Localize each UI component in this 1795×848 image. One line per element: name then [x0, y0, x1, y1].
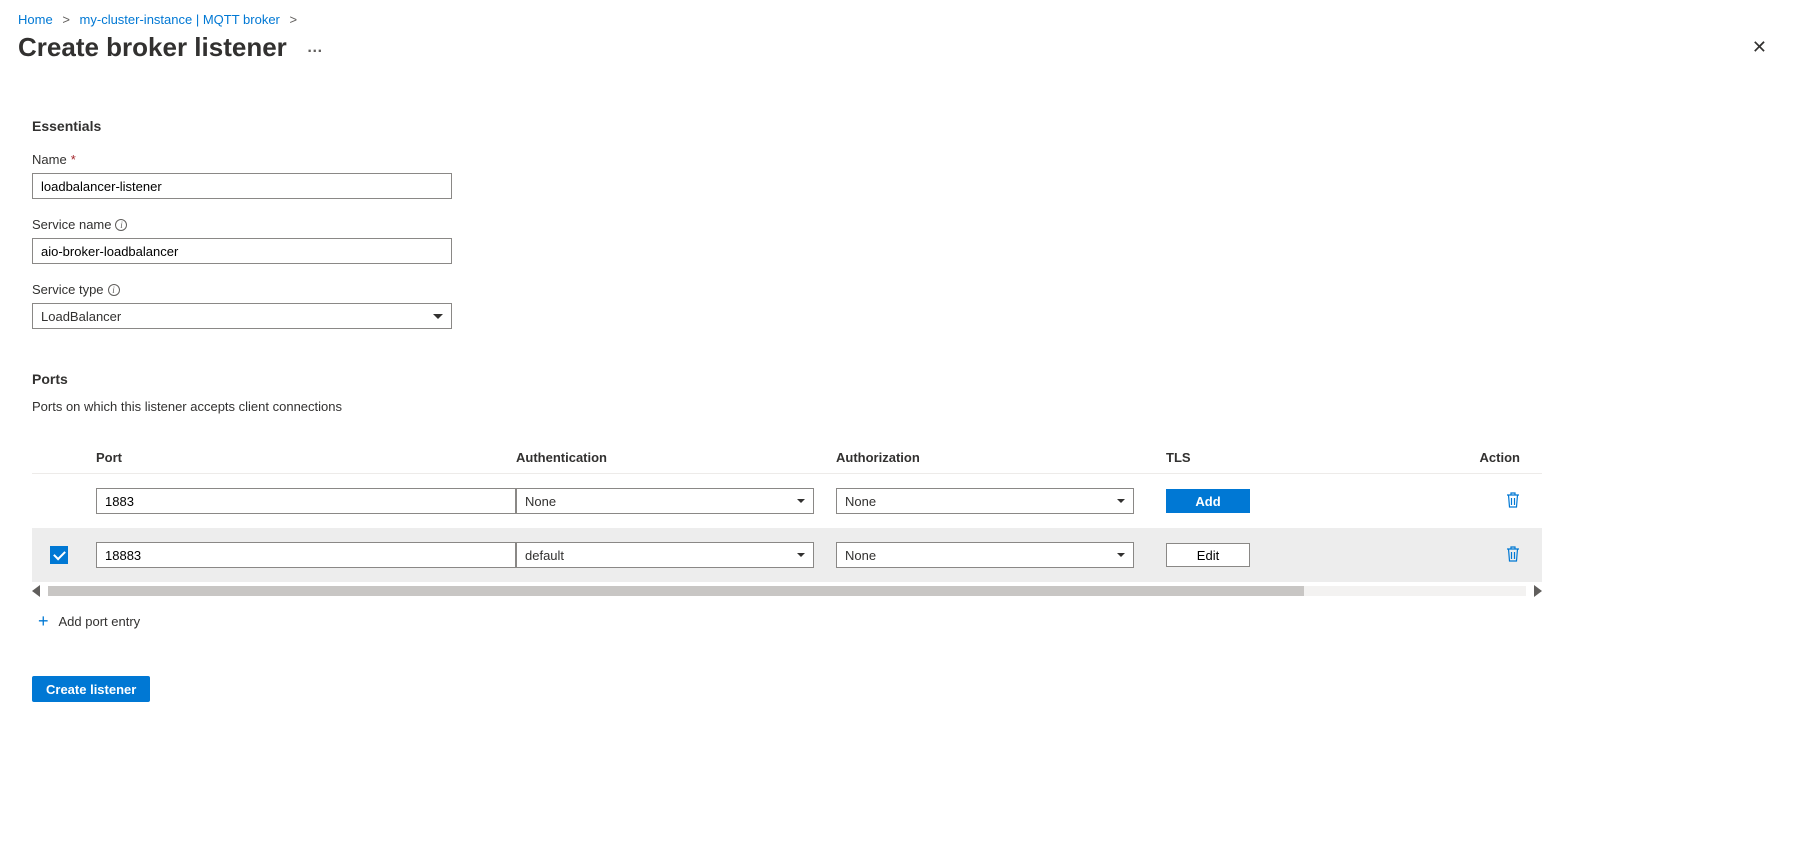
scroll-left-icon[interactable] — [32, 585, 40, 597]
table-row: default None Edit — [32, 528, 1542, 582]
plus-icon: + — [38, 611, 49, 632]
authz-value: None — [845, 494, 876, 509]
port-input[interactable] — [96, 542, 516, 568]
tls-edit-button[interactable]: Edit — [1166, 543, 1250, 567]
table-row: None None Add — [32, 474, 1542, 528]
page-title: Create broker listener — [18, 32, 287, 63]
chevron-down-icon — [797, 499, 805, 503]
ports-description: Ports on which this listener accepts cli… — [32, 399, 1763, 414]
required-indicator: * — [71, 152, 76, 167]
horizontal-scrollbar[interactable] — [32, 585, 1542, 597]
create-listener-button[interactable]: Create listener — [32, 676, 150, 702]
name-input[interactable] — [32, 173, 452, 199]
name-label: Name — [32, 152, 67, 167]
info-icon[interactable]: i — [115, 219, 127, 231]
chevron-right-icon: > — [290, 12, 298, 27]
add-port-entry-button[interactable]: + Add port entry — [38, 611, 1542, 632]
tls-add-button[interactable]: Add — [1166, 489, 1250, 513]
auth-value: None — [525, 494, 556, 509]
auth-select[interactable]: None — [516, 488, 814, 514]
col-auth-header: Authentication — [516, 450, 836, 465]
authz-value: None — [845, 548, 876, 563]
service-type-label: Service type — [32, 282, 104, 297]
chevron-down-icon — [797, 553, 805, 557]
row-checkbox[interactable] — [50, 546, 68, 564]
col-action-header: Action — [1476, 450, 1536, 465]
add-port-entry-label: Add port entry — [59, 614, 141, 629]
col-tls-header: TLS — [1156, 450, 1476, 465]
service-name-input[interactable] — [32, 238, 452, 264]
close-icon[interactable]: ✕ — [1742, 31, 1777, 64]
service-type-value: LoadBalancer — [41, 309, 121, 324]
breadcrumb-home[interactable]: Home — [18, 12, 53, 27]
auth-value: default — [525, 548, 564, 563]
col-authz-header: Authorization — [836, 450, 1156, 465]
port-input[interactable] — [96, 488, 516, 514]
delete-icon[interactable] — [1506, 546, 1520, 562]
section-ports: Ports — [32, 371, 1763, 387]
more-actions-button[interactable]: … — [303, 35, 328, 61]
chevron-down-icon — [433, 314, 443, 319]
service-type-select[interactable]: LoadBalancer — [32, 303, 452, 329]
breadcrumb: Home > my-cluster-instance | MQTT broker… — [0, 0, 1795, 27]
chevron-down-icon — [1117, 553, 1125, 557]
section-essentials: Essentials — [32, 118, 1763, 134]
scroll-right-icon[interactable] — [1534, 585, 1542, 597]
auth-select[interactable]: default — [516, 542, 814, 568]
table-header: Port Authentication Authorization TLS Ac… — [32, 442, 1542, 474]
col-port-header: Port — [96, 450, 516, 465]
scroll-track[interactable] — [48, 586, 1526, 596]
chevron-right-icon: > — [62, 12, 70, 27]
authz-select[interactable]: None — [836, 488, 1134, 514]
scroll-thumb[interactable] — [48, 586, 1304, 596]
service-name-label: Service name — [32, 217, 111, 232]
info-icon[interactable]: i — [108, 284, 120, 296]
authz-select[interactable]: None — [836, 542, 1134, 568]
delete-icon[interactable] — [1506, 492, 1520, 508]
chevron-down-icon — [1117, 499, 1125, 503]
breadcrumb-instance[interactable]: my-cluster-instance | MQTT broker — [80, 12, 280, 27]
